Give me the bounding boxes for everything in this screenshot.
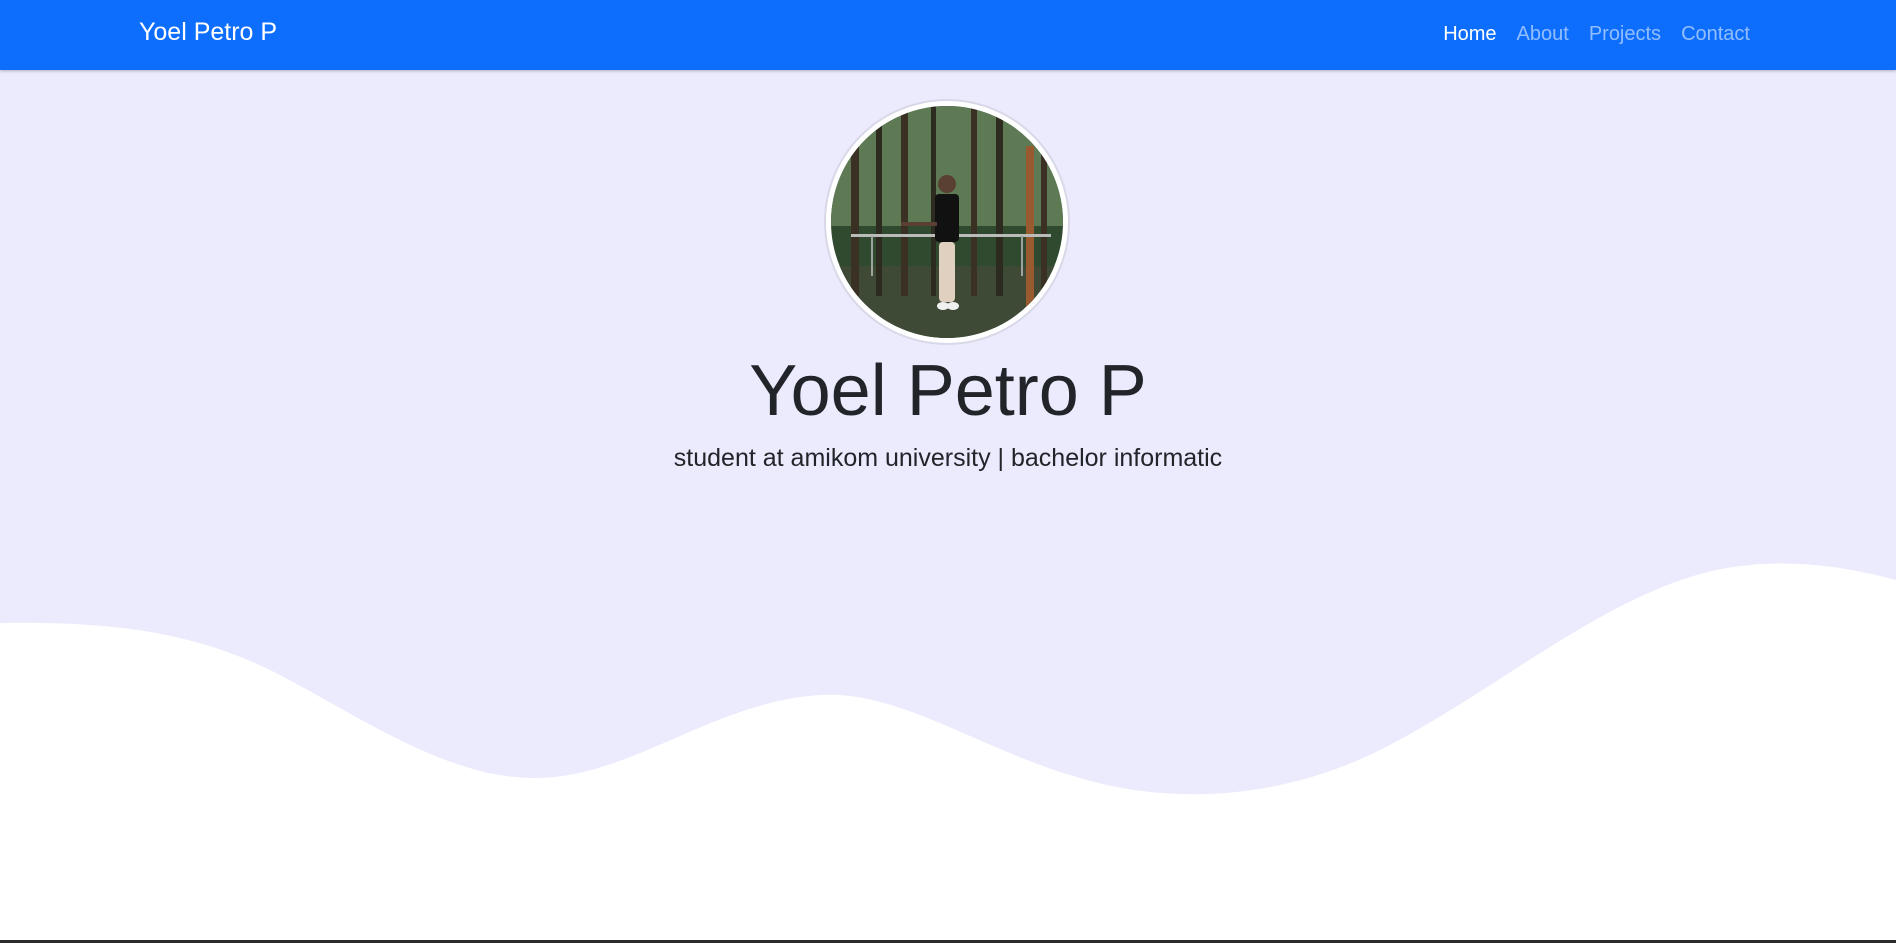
hero-tagline: student at amikom university | bachelor … (673, 444, 1223, 472)
navbar: Yoel Petro P Home About Projects Contact (0, 0, 1896, 70)
profile-photo-icon (831, 106, 1063, 338)
brand-link[interactable]: Yoel Petro P (139, 18, 277, 47)
nav-link-projects[interactable]: Projects (1589, 23, 1661, 46)
hero-section: Yoel Petro P student at amikom universit… (0, 70, 1896, 943)
nav-link-about[interactable]: About (1517, 23, 1569, 46)
hero-name: Yoel Petro P (749, 351, 1147, 431)
nav-link-home[interactable]: Home (1443, 23, 1496, 46)
profile-avatar (826, 101, 1068, 343)
nav-link-contact[interactable]: Contact (1681, 23, 1750, 46)
nav-links: Home About Projects Contact (1443, 23, 1750, 46)
